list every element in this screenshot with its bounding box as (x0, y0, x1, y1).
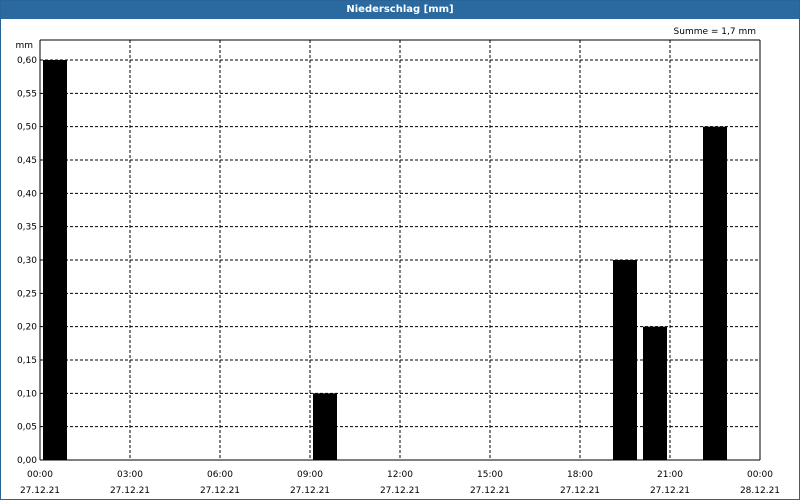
y-tick-label: 0,15 (17, 356, 37, 366)
precipitation-bar (43, 60, 67, 460)
x-tick-time: 12:00 (387, 470, 413, 480)
y-tick-label: 0,20 (17, 323, 37, 333)
x-tick-date: 27.12.21 (20, 486, 60, 496)
x-tick-time: 06:00 (207, 470, 233, 480)
y-tick-label: 0,25 (17, 289, 37, 299)
y-tick-label: 0,45 (17, 156, 37, 166)
x-tick-time: 15:00 (477, 470, 503, 480)
precipitation-bar (703, 126, 727, 461)
x-tick-date: 27.12.21 (290, 486, 330, 496)
x-tick-date: 27.12.21 (380, 486, 420, 496)
precipitation-chart: 0,00 0,05 0,10 0,15 0,20 0,25 0,30 0,35 0,40 0,45… (15, 27, 780, 496)
summary-label: Summe = 1,7 mm (674, 27, 756, 37)
x-tick-date: 28.12.21 (740, 486, 780, 496)
y-tick-label: 0,55 (17, 89, 37, 99)
y-axis-unit: mm (15, 41, 33, 51)
x-tick-time: 09:00 (297, 470, 323, 480)
y-tick-label: 0,30 (17, 256, 37, 266)
y-tick-label: 0,05 (17, 423, 37, 433)
precipitation-bar (643, 326, 667, 460)
y-tick-label: 0,00 (17, 456, 37, 466)
y-tick-label: 0,10 (17, 389, 37, 399)
x-tick-date: 27.12.21 (560, 486, 600, 496)
y-tick-label: 0,60 (17, 56, 37, 66)
x-tick-time: 00:00 (27, 470, 53, 480)
precipitation-bar (613, 260, 637, 460)
x-tick-time: 03:00 (117, 470, 143, 480)
x-tick-date: 27.12.21 (470, 486, 510, 496)
x-tick-time: 18:00 (567, 470, 593, 480)
x-tick-date: 27.12.21 (200, 486, 240, 496)
precipitation-bar (313, 393, 337, 460)
x-tick-time: 00:00 (747, 470, 773, 480)
y-tick-label: 0,40 (17, 189, 37, 199)
y-tick-label: 0,50 (17, 123, 37, 133)
x-tick-date: 27.12.21 (650, 486, 690, 496)
x-tick-time: 21:00 (657, 470, 683, 480)
x-tick-date: 27.12.21 (110, 486, 150, 496)
y-tick-label: 0,35 (17, 223, 37, 233)
